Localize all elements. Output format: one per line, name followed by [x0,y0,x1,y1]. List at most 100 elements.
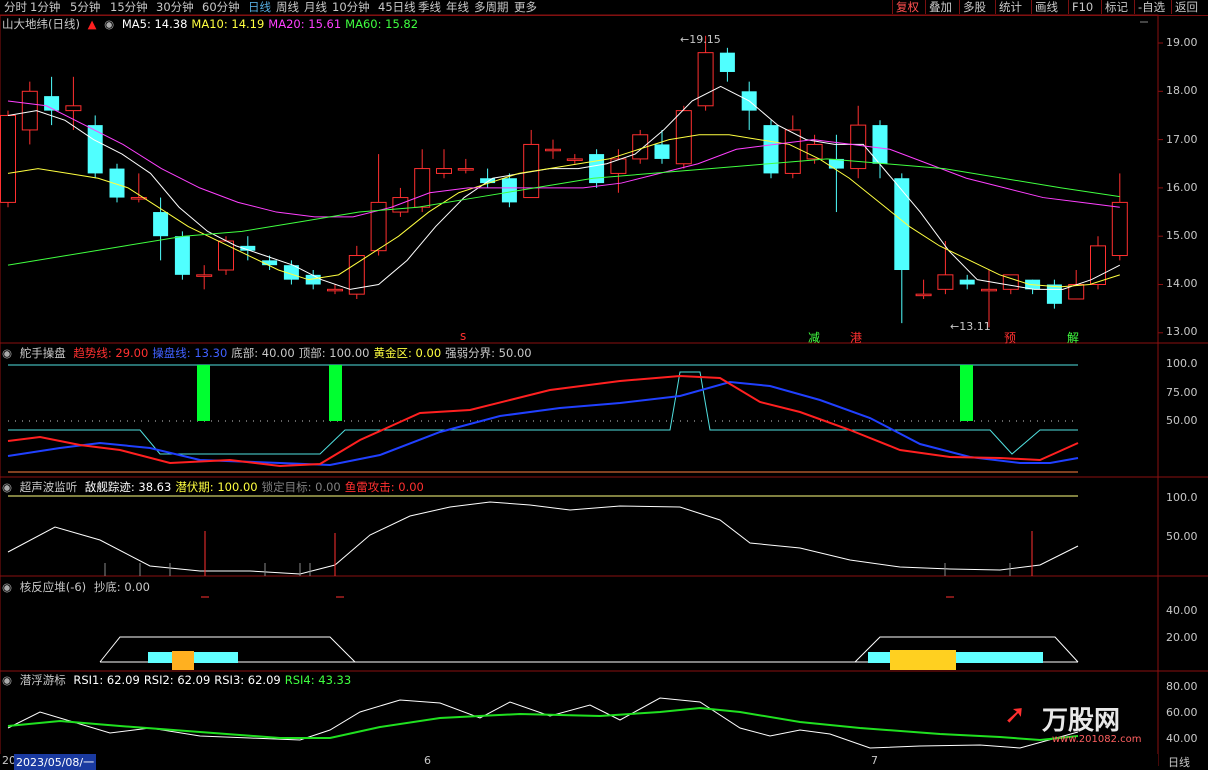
candle-body-up [196,274,213,277]
panel3-header: ◉ 超声波监听 敌舰踪迹: 38.63 潜伏期: 100.00 锁定目标: 0.00… [2,480,432,494]
panel2-header: ◉ 舵手操盘 趋势线: 29.00 操盘线: 13.30 底部: 40.00 顶部: … [2,346,540,360]
period-indicator: 日线 [1168,756,1190,769]
panel2-legend-5: 强弱分界: 50.00 [445,346,532,360]
panel-settings-icon[interactable]: ◉ [2,346,12,360]
panel5-ytick: 40.00 [1166,732,1198,745]
panel2-ytick: 75.00 [1166,386,1198,399]
main-ytick: 18.00 [1166,84,1198,97]
signal-marker-0: s [460,329,467,343]
panel3-ytick: 100.0 [1166,491,1198,504]
candle-body-up [566,158,583,161]
main-ytick: 16.00 [1166,181,1198,194]
candle-body-up [1111,201,1128,257]
ma-legend-3: MA60: 15.82 [345,17,419,31]
panel4-title: 核反应堆(-6) [19,580,87,594]
panel3-ytick: 50.00 [1166,530,1198,543]
candle-body-up [915,293,932,297]
panel-settings-icon[interactable]: ◉ [2,480,12,494]
candle-body-up [0,114,16,203]
settings-circle-icon[interactable]: ◉ [104,17,114,31]
candle-body-down [654,144,670,159]
date-axis [0,754,1158,766]
main-ytick: 17.00 [1166,133,1198,146]
signal-marker-4: 解 [1067,331,1080,345]
panel2-ytick: 50.00 [1166,414,1198,427]
ma20-line [7,100,1120,218]
signal-marker-3: 预 [1004,331,1017,345]
candle-body-up [545,148,561,152]
panel3-legend-3: 鱼雷攻击: 0.00 [344,480,424,494]
panel2-legend-2: 底部: 40.00 [231,346,295,360]
main-ytick: 14.00 [1166,277,1198,290]
month-label-6: 6 [424,754,431,767]
signal-marker-1: 减 [808,331,821,345]
panel5-title: 潜浮游标 [19,673,66,687]
signal-marker-2: 港 [850,331,863,345]
panel5-legend-0: RSI1: 62.09 [73,673,140,687]
low-price-label: ←13.11 [950,320,991,333]
panel2-legend-0: 趋势线: 29.00 [73,346,149,360]
panel5-legend-2: RSI3: 62.09 [214,673,281,687]
main-ytick: 19.00 [1166,36,1198,49]
panel4-legend-0: 抄底: 0.00 [93,580,150,594]
candle-body-up [697,52,714,107]
chart-canvas[interactable] [0,0,1208,766]
candle-body-up [784,129,801,174]
reactor-core-1 [172,651,194,670]
main-ytick: 13.00 [1166,325,1198,338]
rsi4-line [7,706,1079,742]
candle-body-down [763,125,779,174]
golden-zone-bar-0 [197,365,210,421]
panel5-legend-3: RSI4: 43.33 [284,673,352,687]
main-ytick: 15.00 [1166,229,1198,242]
panel3-legend-1: 潜伏期: 100.00 [175,480,258,494]
panel5-legend-1: RSI2: 62.09 [143,673,211,687]
up-arrow-icon: ▲ [87,17,97,31]
panel4-header: ◉ 核反应堆(-6) 抄底: 0.00 [2,580,158,594]
candle-body-down [174,236,190,275]
candle-body-up [392,197,409,213]
panel5-header: ◉ 潜浮游标 RSI1: 62.09 RSI2: 62.09 RSI3: 62.09… [2,673,359,687]
ma-legend-0: MA5: 14.38 [121,17,188,31]
candle-body-down [719,52,735,72]
candle-body-up [327,288,343,292]
panel2-title: 舵手操盘 [19,346,66,360]
panel4-ytick: 40.00 [1166,604,1198,617]
candle-body-up [65,105,82,112]
brand-logo: 万股网 [1042,706,1121,736]
golden-zone-bar-1 [329,365,342,421]
rsi-line [7,697,1079,749]
panel2-legend-1: 操盘线: 13.30 [152,346,228,360]
month-label-7: 7 [871,754,878,767]
panel3-legend-0: 敌舰踪迹: 38.63 [84,480,172,494]
candle-body-up [414,168,431,208]
sonar-line [7,501,1079,575]
logo-arrow-icon: ➚ [1004,700,1026,730]
candle-body-down [501,178,517,203]
high-price-label: ←19.15 [680,33,721,46]
panel5-ytick: 80.00 [1166,680,1198,693]
candle-body-up [436,168,452,174]
cursor-date: 2023/05/08/一 [14,754,97,770]
ma10-line [7,134,1120,288]
candle-body-up [981,288,997,292]
ma-legend-2: MA20: 15.61 [268,17,342,31]
panel3-legend-2: 锁定目标: 0.00 [261,480,341,494]
ma-legend-1: MA10: 14.19 [191,17,265,31]
panel2-legend-4: 黄金区: 0.00 [373,346,442,360]
candle-body-up [457,168,474,171]
panel-settings-icon[interactable]: ◉ [2,580,12,594]
brand-url: www.201082.com [1052,734,1142,745]
candle-body-up [218,240,234,271]
candle-body-down [959,279,975,285]
candle-body-down [480,178,496,184]
panel2-legend-3: 顶部: 100.00 [298,346,370,360]
panel-settings-icon[interactable]: ◉ [2,673,12,687]
candle-body-down [87,125,103,174]
main-chart-header: 山大地纬(日线) ▲ ◉ MA5: 14.38 MA10: 14.19 MA20: … [2,17,426,31]
panel2-ytick: 100.0 [1166,357,1198,370]
golden-zone-bar-2 [960,365,973,421]
panel5-ytick: 60.00 [1166,706,1198,719]
candle-body-down [153,212,169,237]
stock-title: 山大地纬(日线) [2,17,80,31]
